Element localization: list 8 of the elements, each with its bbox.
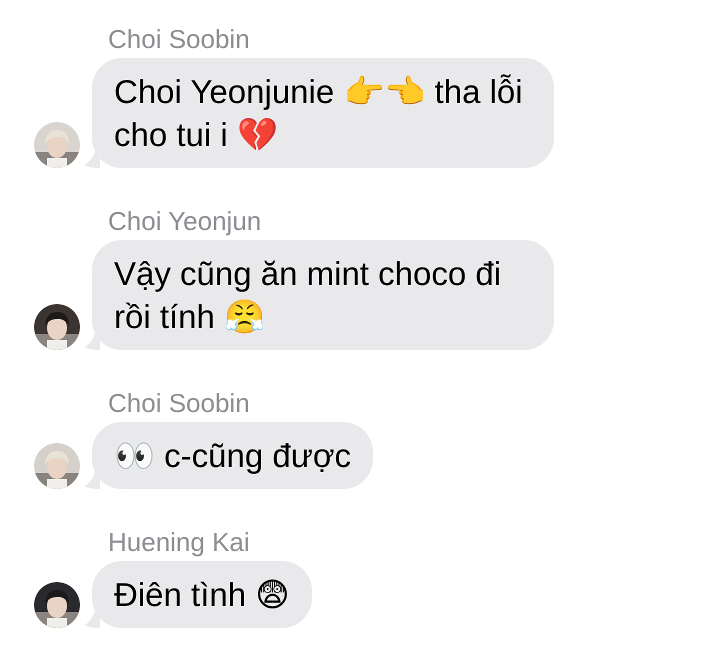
message-bubble: 👀 c-cũng được [92,422,373,489]
sender-name: Choi Soobin [108,24,250,54]
sender-name: Huening Kai [108,527,250,557]
message-bubble: Điên tình 😨 [92,561,312,628]
message-bubble: Choi Yeonjunie 👉👈 tha lỗi cho tui i 💔 [92,58,554,168]
sender-name: Choi Yeonjun [108,206,262,236]
sender-name: Choi Soobin [108,388,250,418]
message-bubble: Vậy cũng ăn mint choco đi rồi tính 😤 [92,240,554,350]
